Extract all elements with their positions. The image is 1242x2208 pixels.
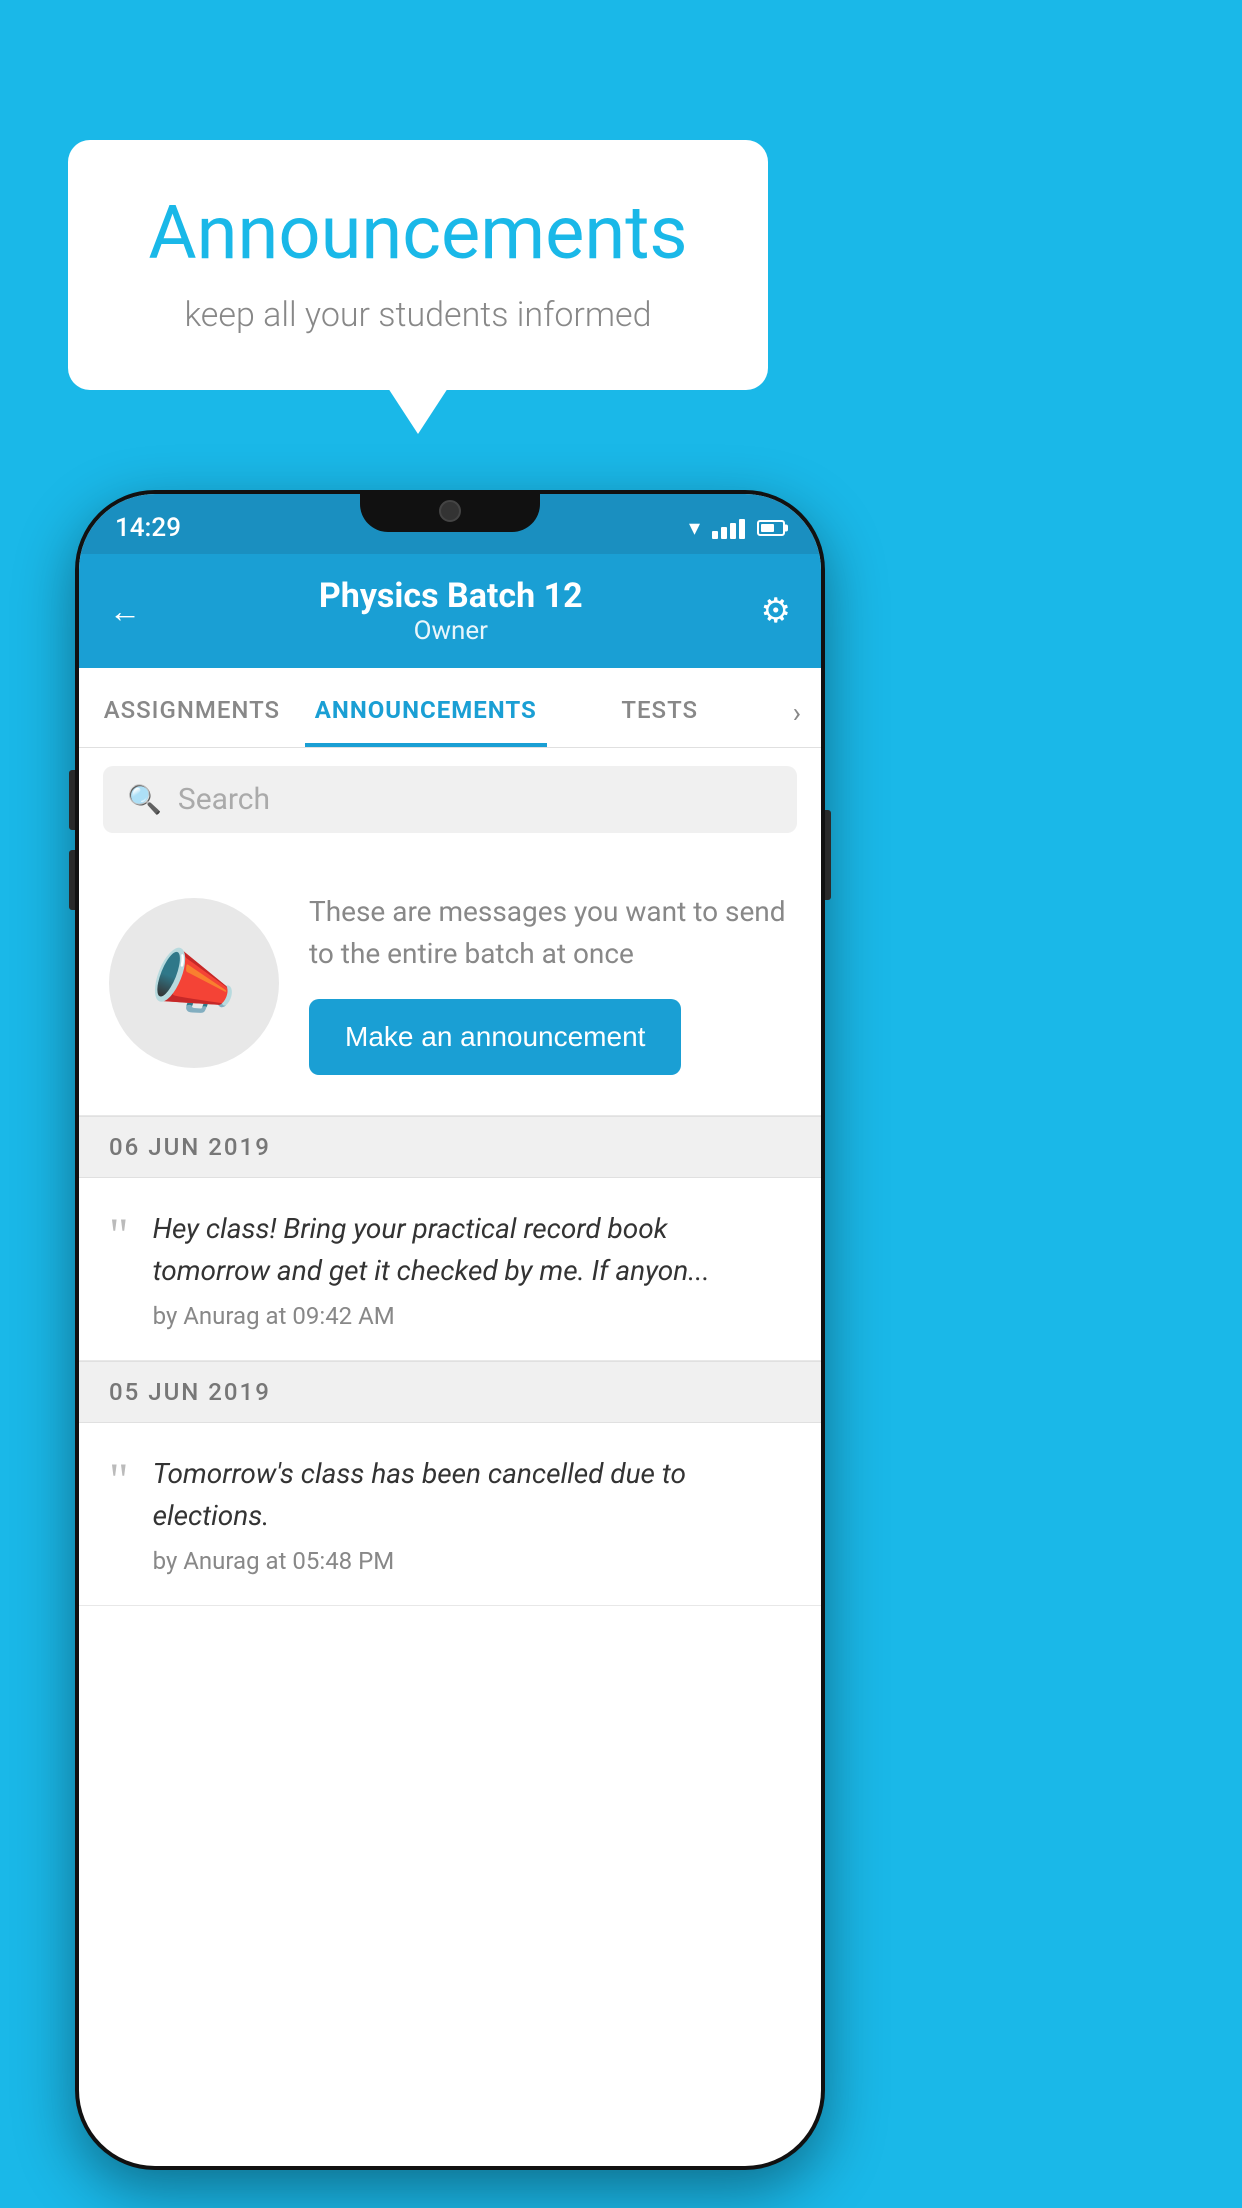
- announcement-item-1: " Hey class! Bring your practical record…: [79, 1178, 821, 1361]
- phone-screen: 14:29 ▾ ← Phys: [79, 494, 821, 2166]
- camera-dot: [439, 500, 461, 522]
- phone-wrapper: 14:29 ▾ ← Phys: [75, 490, 825, 2170]
- header-title-group: Physics Batch 12 Owner: [319, 576, 583, 646]
- announcement-text-2: Tomorrow's class has been cancelled due …: [153, 1453, 791, 1537]
- announcement-icon-circle: 📣: [109, 898, 279, 1068]
- announcement-content-1: Hey class! Bring your practical record b…: [153, 1208, 791, 1330]
- tabs-bar: ASSIGNMENTS ANNOUNCEMENTS TESTS ›: [79, 668, 821, 748]
- status-time: 14:29: [115, 513, 181, 543]
- settings-icon[interactable]: ⚙: [761, 591, 791, 631]
- quote-icon-2: ": [109, 1457, 129, 1505]
- date-separator-2: 05 JUN 2019: [79, 1361, 821, 1423]
- quote-icon-1: ": [109, 1212, 129, 1260]
- status-icons: ▾: [689, 516, 785, 541]
- power-button: [825, 810, 831, 900]
- phone-frame: 14:29 ▾ ← Phys: [75, 490, 825, 2170]
- make-announcement-button[interactable]: Make an announcement: [309, 999, 681, 1075]
- back-button[interactable]: ←: [109, 592, 141, 630]
- cta-description: These are messages you want to send to t…: [309, 891, 791, 975]
- batch-subtitle: Owner: [319, 616, 583, 646]
- tab-assignments[interactable]: ASSIGNMENTS: [79, 668, 305, 747]
- bubble-title: Announcements: [128, 190, 708, 277]
- announcement-meta-2: by Anurag at 05:48 PM: [153, 1547, 791, 1575]
- tab-tests[interactable]: TESTS: [547, 668, 773, 747]
- speech-bubble: Announcements keep all your students inf…: [68, 140, 768, 390]
- wifi-icon: ▾: [689, 516, 700, 541]
- batch-title: Physics Batch 12: [319, 576, 583, 616]
- app-header: ← Physics Batch 12 Owner ⚙: [79, 554, 821, 668]
- announcement-cta-content: These are messages you want to send to t…: [309, 891, 791, 1075]
- battery-fill: [761, 524, 774, 532]
- announcement-content-2: Tomorrow's class has been cancelled due …: [153, 1453, 791, 1575]
- tab-more-icon[interactable]: ›: [773, 668, 821, 747]
- signal-icon: [712, 517, 745, 539]
- speech-bubble-card: Announcements keep all your students inf…: [68, 140, 768, 390]
- announcement-meta-1: by Anurag at 09:42 AM: [153, 1302, 791, 1330]
- phone-notch: [360, 490, 540, 532]
- announcement-item-2: " Tomorrow's class has been cancelled du…: [79, 1423, 821, 1606]
- tab-announcements[interactable]: ANNOUNCEMENTS: [305, 668, 547, 747]
- search-icon: 🔍: [127, 783, 162, 816]
- search-placeholder: Search: [178, 782, 270, 817]
- search-container: 🔍 Search: [79, 748, 821, 851]
- search-bar[interactable]: 🔍 Search: [103, 766, 797, 833]
- date-separator-1: 06 JUN 2019: [79, 1116, 821, 1178]
- battery-icon: [757, 520, 785, 536]
- bubble-subtitle: keep all your students informed: [128, 295, 708, 335]
- announcement-text-1: Hey class! Bring your practical record b…: [153, 1208, 791, 1292]
- announcement-cta-section: 📣 These are messages you want to send to…: [79, 851, 821, 1116]
- megaphone-icon: 📣: [150, 942, 237, 1024]
